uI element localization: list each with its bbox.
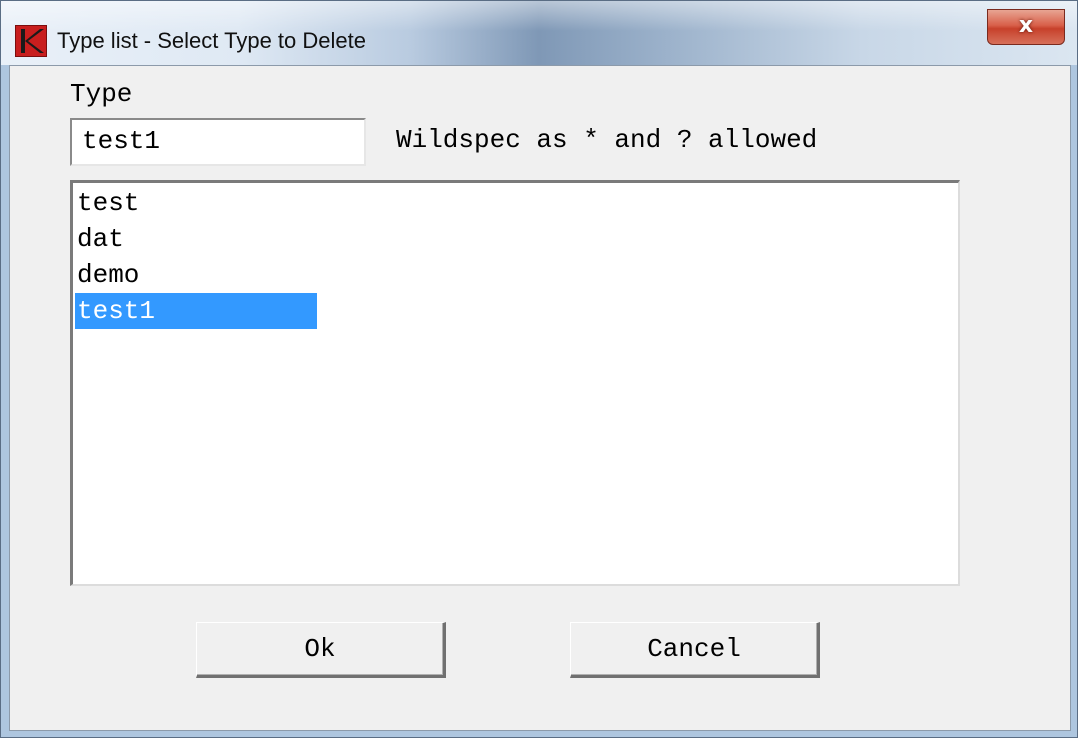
window-title: Type list - Select Type to Delete <box>57 28 366 53</box>
close-icon[interactable]: x <box>987 9 1065 45</box>
list-item-test1-selected[interactable]: test1 <box>75 293 317 329</box>
type-listbox[interactable]: test dat demo test1 <box>70 180 960 586</box>
title-bar[interactable]: Type list - Select Type to Delete x <box>1 1 1077 65</box>
dialog-window: Type list - Select Type to Delete x Type… <box>0 0 1078 738</box>
dialog-body: Type test1 Wildspec as * and ? allowed t… <box>9 65 1071 731</box>
type-input[interactable]: test1 <box>70 118 366 166</box>
list-item-test[interactable]: test <box>75 185 317 221</box>
list-item-dat[interactable]: dat <box>75 221 317 257</box>
ok-button[interactable]: Ok <box>196 622 446 678</box>
k-logo-icon[interactable] <box>15 25 47 57</box>
list-item-demo[interactable]: demo <box>75 257 317 293</box>
type-label: Type <box>70 79 133 109</box>
wildspec-hint: Wildspec as * and ? allowed <box>396 125 818 155</box>
cancel-button[interactable]: Cancel <box>570 622 820 678</box>
